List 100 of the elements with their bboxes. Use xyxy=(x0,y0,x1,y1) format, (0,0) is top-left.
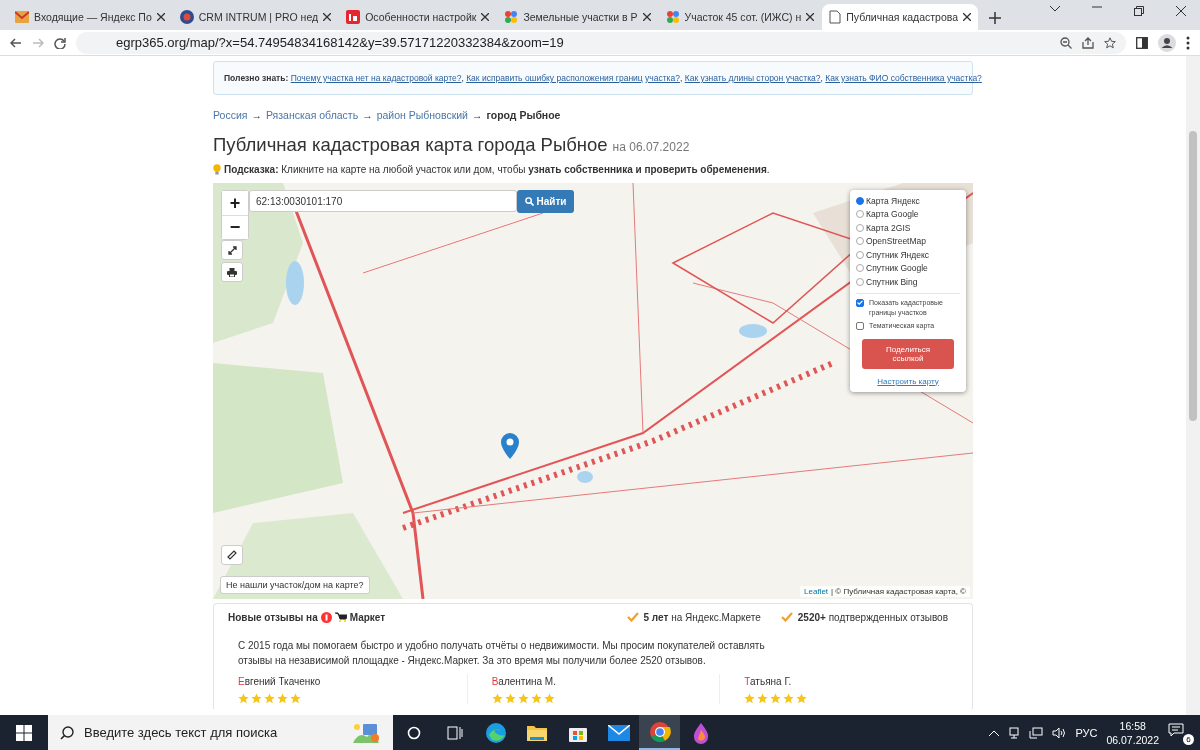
dots-icon xyxy=(665,10,680,24)
map-layer-option[interactable]: Карта Google xyxy=(856,207,960,221)
clock[interactable]: 16:58 06.07.2022 xyxy=(1106,718,1159,747)
search-icon xyxy=(60,725,74,740)
breadcrumb-link[interactable]: Россия xyxy=(213,109,248,121)
radio-button[interactable] xyxy=(856,210,864,219)
close-icon[interactable] xyxy=(642,13,651,21)
radio-button[interactable] xyxy=(856,223,864,232)
map-layer-option[interactable]: Карта Яндекс xyxy=(856,194,960,208)
print-button[interactable] xyxy=(221,262,243,282)
map-layer-option[interactable]: Спутник Яндекс xyxy=(856,248,960,262)
drop-icon xyxy=(691,721,710,744)
menu-icon[interactable] xyxy=(1186,35,1190,50)
not-found-button[interactable]: Не нашли участок/дом на карте? xyxy=(220,576,370,594)
reviewer-name: Евгений Ткаченко xyxy=(238,676,322,687)
camera-icon[interactable] xyxy=(1008,726,1021,739)
star-icon[interactable] xyxy=(1104,36,1116,49)
app-icon xyxy=(346,10,361,24)
network-icon[interactable] xyxy=(1029,726,1044,739)
breadcrumb-link[interactable]: Рязанская область xyxy=(265,109,359,121)
new-tab-icon[interactable] xyxy=(989,12,1002,24)
document-icon xyxy=(829,10,842,24)
task-view-icon xyxy=(446,725,463,740)
cortana-icon[interactable] xyxy=(406,725,421,740)
cadastral-search-field[interactable]: 62:13:0030101:170 xyxy=(249,190,517,212)
star-icon xyxy=(744,693,756,704)
ruler-button[interactable] xyxy=(221,545,243,565)
lightbulb-icon xyxy=(213,164,221,175)
map-layer-option[interactable]: Спутник Bing xyxy=(856,275,960,289)
chevron-up-icon[interactable] xyxy=(989,729,1000,736)
check-icon xyxy=(626,612,639,622)
star-icon xyxy=(757,693,769,704)
reviews-heading: Новые отзывы на xyxy=(228,611,318,623)
fullscreen-button[interactable] xyxy=(221,240,243,260)
page-title: Публичная кадастровая карта города Рыбное xyxy=(213,134,608,156)
close-icon[interactable] xyxy=(963,13,972,21)
star-icon xyxy=(783,693,795,704)
taskbar-app[interactable] xyxy=(639,715,680,750)
help-link[interactable]: Как исправить ошибку расположения границ участка? xyxy=(466,73,680,83)
scrollbar[interactable] xyxy=(1186,56,1200,716)
close-icon[interactable] xyxy=(806,13,815,21)
star-icon xyxy=(491,693,503,704)
volume-icon[interactable] xyxy=(1052,726,1067,739)
message-icon xyxy=(1168,722,1184,737)
sidebar-icon[interactable] xyxy=(1136,36,1148,49)
zoom-out-button[interactable]: − xyxy=(222,215,248,239)
close-icon[interactable] xyxy=(323,13,332,21)
back-icon[interactable] xyxy=(10,36,22,49)
checkbox[interactable] xyxy=(856,298,864,307)
badge-text: 5 лет на Яндекс.Маркете xyxy=(643,611,761,623)
star-icon xyxy=(264,693,275,704)
star-icon xyxy=(290,693,301,704)
map-layer-option[interactable]: Спутник Google xyxy=(856,261,960,275)
windows-logo-icon[interactable] xyxy=(16,724,32,741)
language-indicator[interactable]: РУС xyxy=(1075,726,1098,739)
reviewer-name: Валентина М. xyxy=(491,676,557,687)
map-layer-option[interactable]: OpenStreetMap xyxy=(856,234,960,248)
help-link[interactable]: Как узнать ФИО собственника участка? xyxy=(825,73,982,83)
help-link[interactable]: Почему участка нет на кадастровой карте? xyxy=(290,73,462,83)
hint-text: Подсказка: Кликните на карте на любой участок или дом, чтобы узнать собственника и проверить обременения. xyxy=(224,164,770,175)
radio-button[interactable] xyxy=(856,250,864,259)
close-icon[interactable] xyxy=(481,13,490,21)
star-icon xyxy=(530,693,542,704)
dots-icon xyxy=(504,10,519,24)
profile-icon[interactable] xyxy=(1158,33,1176,52)
star-icon xyxy=(796,693,808,704)
share-icon[interactable] xyxy=(1082,36,1094,49)
browser-tab[interactable]: Публичная кадастрова xyxy=(822,4,979,30)
checkbox[interactable] xyxy=(856,321,864,330)
browser-icon xyxy=(484,721,507,744)
zoom-icon[interactable] xyxy=(1060,36,1072,49)
star-icon xyxy=(543,693,555,704)
breadcrumb-link[interactable]: район Рыбновский xyxy=(376,109,468,121)
star-icon xyxy=(770,693,782,704)
search-icon xyxy=(524,197,534,206)
map-layer-option[interactable]: Карта 2GIS xyxy=(856,221,960,235)
address-bar[interactable]: egrp365.org/map/?x=54.74954834168142&y=39.57171220332384&zoom=19 xyxy=(76,31,1126,54)
help-link[interactable]: Как узнать длины сторон участка? xyxy=(684,73,821,83)
close-icon[interactable] xyxy=(156,13,165,21)
map-marker-icon xyxy=(501,433,519,459)
radio-button[interactable] xyxy=(856,196,864,205)
taskbar-search-field[interactable]: Введите здесь текст для поиска xyxy=(48,715,393,750)
radio-button[interactable] xyxy=(856,264,864,273)
leaflet-link[interactable]: Leaflet xyxy=(804,587,829,596)
share-link-button[interactable]: Поделиться ссылкой xyxy=(862,338,954,369)
expand-icon xyxy=(227,245,237,255)
chevron-down-icon[interactable] xyxy=(1050,6,1060,12)
page-date: на 06.07.2022 xyxy=(612,140,690,154)
restore-icon[interactable] xyxy=(1134,6,1144,16)
envelope-icon xyxy=(607,724,630,741)
reload-icon[interactable] xyxy=(54,36,66,49)
search-button[interactable]: Найти xyxy=(517,190,574,213)
radio-button[interactable] xyxy=(856,277,864,286)
notifications-button[interactable]: 6 xyxy=(1168,722,1192,743)
configure-map-link[interactable]: Настроить карту xyxy=(856,376,960,386)
star-icon xyxy=(277,693,288,704)
close-icon[interactable] xyxy=(1176,6,1186,16)
radio-button[interactable] xyxy=(856,237,864,246)
printer-icon xyxy=(227,267,237,277)
badge-text: 2520+ подтвержденных отзывов xyxy=(797,611,948,623)
